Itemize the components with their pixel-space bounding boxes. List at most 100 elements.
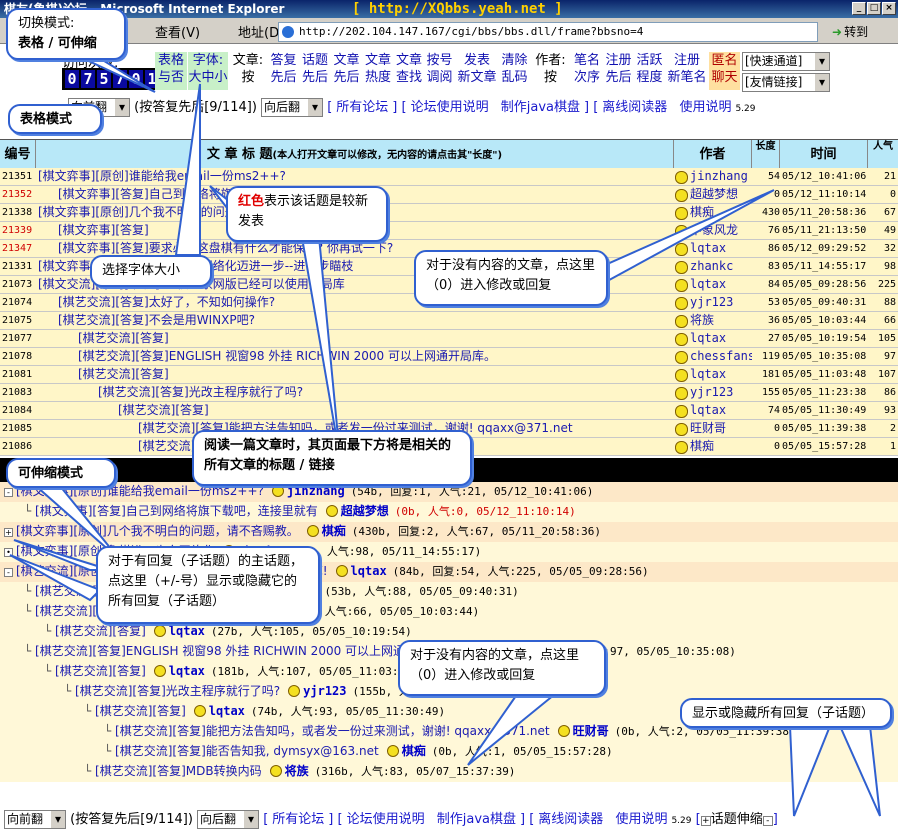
expand-toggle-icon[interactable]: + xyxy=(4,528,13,537)
tree-author-link[interactable]: 超越梦想 xyxy=(341,504,389,518)
link-java-board-bottom[interactable]: 制作java棋盘 xyxy=(437,812,516,827)
next-page-select-bottom[interactable]: 向后翻 xyxy=(197,810,260,829)
quick-channel-select[interactable]: [快速通道] xyxy=(742,52,830,71)
article-length-link[interactable]: 155 xyxy=(752,384,780,401)
article-title-link[interactable]: [棋艺交流][答复] xyxy=(78,330,672,347)
toggle-replies-label[interactable]: 话题伸缩 xyxy=(711,812,763,827)
expand-toggle-icon[interactable]: - xyxy=(4,568,13,577)
ctrl-account[interactable]: 按号 调阅 xyxy=(424,52,455,90)
go-button[interactable]: 转到 xyxy=(832,23,868,40)
tree-author-link[interactable]: 将族 xyxy=(285,764,309,778)
maximize-button[interactable]: □ xyxy=(867,2,881,15)
tree-title-link[interactable]: [棋艺交流][答复] xyxy=(95,704,186,718)
prev-page-select-bottom[interactable]: 向前翻 xyxy=(4,810,66,829)
tree-title-link[interactable]: [棋艺交流][答复] xyxy=(55,624,146,638)
link-offline-reader-bottom[interactable]: 离线阅读器 xyxy=(538,812,603,827)
author-link[interactable]: yjr123 xyxy=(674,384,752,401)
next-page-select[interactable]: 向后翻 xyxy=(261,98,324,117)
author-link[interactable]: lqtax xyxy=(674,330,752,347)
tree-title-link[interactable]: [棋艺交流][答复]能否告知我, dymsyx@163.net xyxy=(115,744,379,758)
tree-title-link[interactable]: [棋艺交流][答复]MDB转换内码 xyxy=(95,764,262,778)
expand-toggle-icon[interactable]: - xyxy=(4,488,13,497)
tree-title-link[interactable]: [棋文弈事][原创]几个我不明白的问题，请不吝赐教。 xyxy=(16,524,299,538)
article-length-link[interactable]: 53 xyxy=(752,294,780,311)
author-link[interactable]: lqtax xyxy=(674,276,752,293)
author-link[interactable]: 超越梦想 xyxy=(674,186,752,203)
menu-view[interactable]: 查看(V) xyxy=(155,22,200,41)
tree-author-link[interactable]: jinzhang xyxy=(287,484,345,498)
article-length-link[interactable]: 76 xyxy=(752,222,780,239)
article-length-link[interactable]: 430 xyxy=(752,204,780,221)
article-length-link[interactable]: 86 xyxy=(752,240,780,257)
article-length-link[interactable]: 74 xyxy=(752,402,780,419)
article-length-link[interactable]: 181 xyxy=(752,366,780,383)
link-offline-reader[interactable]: 离线阅读器 xyxy=(602,100,667,115)
link-forum-help[interactable]: 论坛使用说明 xyxy=(411,100,489,115)
article-length-link[interactable]: 84 xyxy=(752,276,780,293)
ctrl-reg-order[interactable]: 注册 先后 xyxy=(603,52,634,90)
tree-author-link[interactable]: lqtax xyxy=(169,624,205,638)
author-link[interactable]: chessfans xyxy=(674,348,752,365)
author-link[interactable]: 棋痴 xyxy=(674,438,752,455)
address-field[interactable]: http://202.104.147.167/cgi/bbs/bbs.dll/f… xyxy=(278,22,818,42)
tree-author-link[interactable]: 旺财哥 xyxy=(573,724,609,738)
ctrl-by-reply[interactable]: 答复 先后 xyxy=(268,52,299,90)
ctrl-pen-order[interactable]: 笔名 次序 xyxy=(571,52,603,90)
ctrl-by-heat[interactable]: 文章 热度 xyxy=(362,52,394,90)
tree-author-link[interactable]: 棋痴 xyxy=(322,524,346,538)
author-link[interactable]: zhankc xyxy=(674,258,752,275)
ctrl-font[interactable]: 字体: 大中小 xyxy=(188,52,228,90)
author-link[interactable]: 旺财哥 xyxy=(674,420,752,437)
ctrl-by-article[interactable]: 文章 先后 xyxy=(331,52,362,90)
author-link[interactable]: lqtax xyxy=(674,240,752,257)
article-title-link[interactable]: [棋艺交流][答复]不会是用WINXP吧? xyxy=(58,312,672,329)
article-title-link[interactable]: [棋艺交流][答复]ENGLISH 视窗98 外挂 RICHWIN 2000 可… xyxy=(78,348,672,365)
link-all-forums[interactable]: 所有论坛 xyxy=(336,100,388,115)
author-link[interactable]: 将族 xyxy=(674,312,752,329)
tree-title-link[interactable]: [棋艺交流][答复]ENGLISH 视窗98 外挂 RICHWIN 2000 可… xyxy=(35,644,441,658)
link-usage-bottom[interactable]: 使用说明 xyxy=(615,812,667,827)
author-link[interactable]: jinzhang xyxy=(674,168,752,185)
ctrl-clear[interactable]: 清除 乱码 xyxy=(499,52,530,90)
ctrl-active[interactable]: 活跃 程度 xyxy=(634,52,665,90)
tree-title-link[interactable]: [棋艺交流][答复]光改主程序就行了吗? xyxy=(75,684,280,698)
author-link[interactable]: yjr123 xyxy=(674,294,752,311)
tree-title-link[interactable]: [棋艺交流][答复] xyxy=(55,664,146,678)
author-link[interactable]: 棋痴 xyxy=(674,204,752,221)
article-title-link[interactable]: [棋艺交流][答复] xyxy=(78,366,672,383)
ctrl-table-or-tree[interactable]: 表格 与否 xyxy=(155,52,187,90)
tree-author-link[interactable]: lqtax xyxy=(169,664,205,678)
link-forum-help-bottom[interactable]: 论坛使用说明 xyxy=(347,812,425,827)
link-usage[interactable]: 使用说明 xyxy=(679,100,731,115)
close-icon[interactable]: × xyxy=(882,2,896,15)
link-all-forums-bottom[interactable]: 所有论坛 xyxy=(272,812,324,827)
article-length-link[interactable]: 119 xyxy=(752,348,780,365)
article-length-link[interactable]: 0 xyxy=(752,438,780,455)
link-java-board[interactable]: 制作java棋盘 xyxy=(501,100,580,115)
article-title-link[interactable]: [棋艺交流][答复] xyxy=(118,402,672,419)
article-title-link[interactable]: [棋文弈事][原创]谁能给我email一份ms2++? xyxy=(38,168,672,185)
ctrl-by-topic[interactable]: 话题 先后 xyxy=(299,52,331,90)
ctrl-anon-chat[interactable]: 匿名 聊天 xyxy=(709,52,740,90)
tree-author-link[interactable]: lqtax xyxy=(209,704,245,718)
article-length-link[interactable]: 83 xyxy=(752,258,780,275)
tree-author-link[interactable]: 棋痴 xyxy=(402,744,426,758)
ctrl-search[interactable]: 文章 查找 xyxy=(394,52,424,90)
ctrl-register[interactable]: 注册 新笔名 xyxy=(665,52,709,90)
toggle-collapse-icon[interactable]: - xyxy=(762,816,773,826)
ctrl-post[interactable]: 发表 新文章 xyxy=(455,52,499,90)
tree-title-link[interactable]: [棋文弈事][答复]自己到网络将旗下载吧，连接里就有 xyxy=(35,504,318,518)
tree-author-link[interactable]: lqtax xyxy=(351,564,387,578)
article-length-link[interactable]: 27 xyxy=(752,330,780,347)
article-length-link[interactable]: 36 xyxy=(752,312,780,329)
toggle-expand-icon[interactable]: + xyxy=(700,816,711,826)
author-link[interactable]: 中象风龙 xyxy=(674,222,752,239)
author-link[interactable]: lqtax xyxy=(674,366,752,383)
author-link[interactable]: lqtax xyxy=(674,402,752,419)
minimize-button[interactable]: _ xyxy=(852,2,866,15)
friend-links-select[interactable]: [友情链接] xyxy=(742,73,830,92)
tree-title-link[interactable]: [棋艺交流][答复]能把方法告知吗，或者发一份过来测试，谢谢! qqaxx@37… xyxy=(115,724,550,738)
article-length-link[interactable]: 0 xyxy=(752,420,780,437)
tree-author-link[interactable]: yjr123 xyxy=(303,684,346,698)
article-length-link[interactable]: 0 xyxy=(752,186,780,203)
